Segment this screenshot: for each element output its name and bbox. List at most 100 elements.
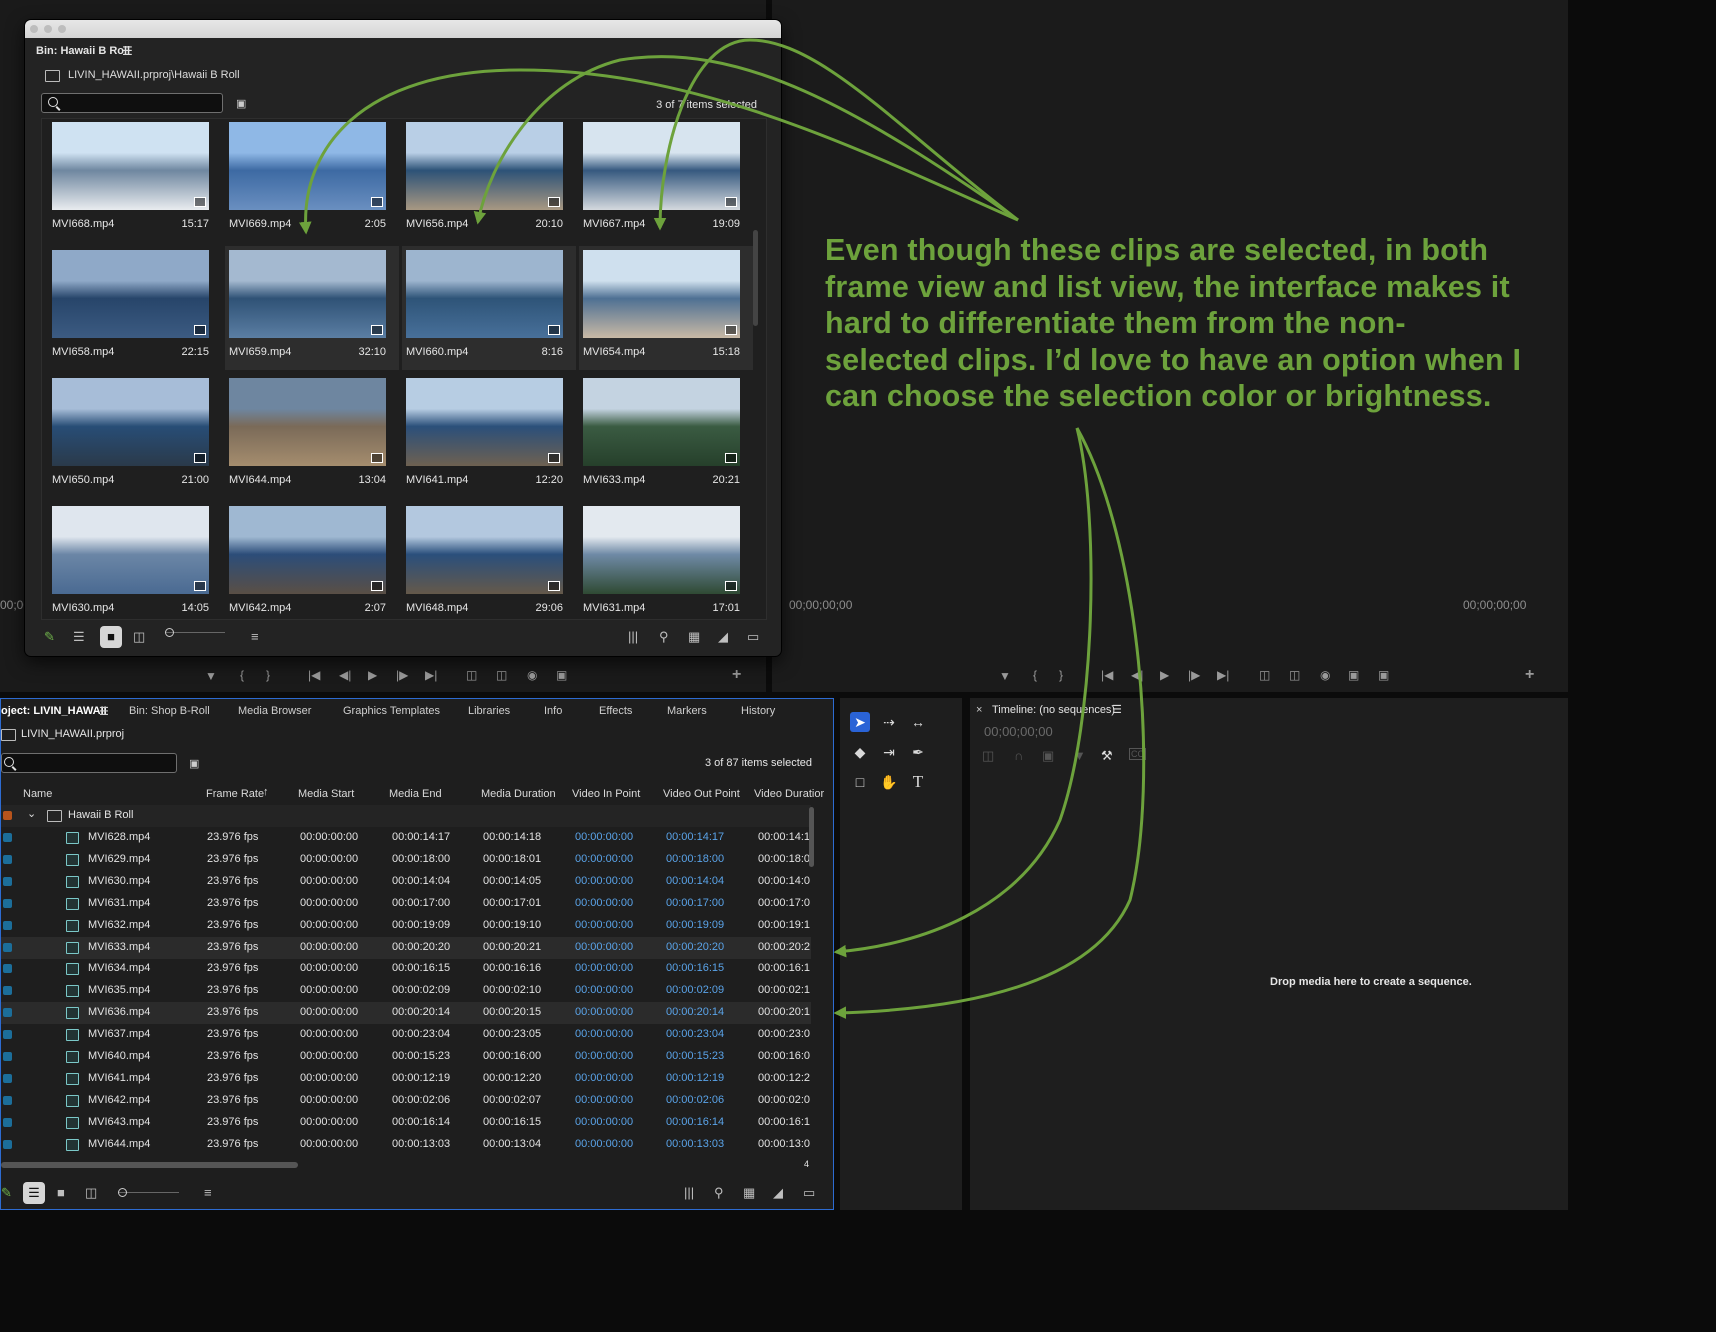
nest-icon[interactable]: ◫ — [982, 748, 994, 764]
toggle-proxy-icon[interactable]: ▣ — [556, 668, 567, 682]
label-color-chip[interactable] — [3, 1030, 12, 1040]
clip-thumbnail-image[interactable] — [229, 122, 386, 210]
clip-thumbnail-cell[interactable]: MVI668.mp4 15:17 — [48, 119, 222, 242]
automate-to-sequence-icon[interactable]: ||| — [628, 629, 638, 644]
clip-thumbnail-cell[interactable]: MVI659.mp4 32:10 — [225, 246, 399, 370]
list-view-icon[interactable]: ☰ — [23, 1182, 45, 1204]
icon-view-icon[interactable]: ■ — [57, 1185, 65, 1200]
razor-tool-icon[interactable]: ◆ — [850, 742, 870, 762]
timeline-title[interactable]: Timeline: (no sequences) — [992, 704, 1115, 716]
step-forward-icon[interactable]: |▶ — [396, 668, 408, 682]
label-color-chip[interactable] — [3, 854, 12, 864]
go-to-in-icon[interactable]: |◀ — [308, 668, 320, 682]
clip-thumbnail-cell[interactable]: MVI641.mp4 12:20 — [402, 374, 576, 498]
clip-thumbnail-image[interactable] — [406, 122, 563, 210]
label-color-chip[interactable] — [3, 1139, 12, 1149]
add-marker-icon[interactable]: ▼ — [999, 669, 1011, 683]
bin-scrollbar[interactable] — [753, 230, 758, 326]
label-color-chip[interactable] — [3, 942, 12, 952]
pencil-icon[interactable]: ✎ — [44, 629, 55, 645]
go-to-in-icon[interactable]: |◀ — [1101, 668, 1113, 682]
label-color-chip[interactable] — [3, 986, 12, 996]
clip-thumbnail-cell[interactable]: MVI654.mp4 15:18 — [579, 246, 753, 370]
clip-thumbnail-image[interactable] — [583, 122, 740, 210]
table-row[interactable]: MVI644.mp4 23.976 fps 00:00:00:00 00:00:13:… — [1, 1134, 811, 1156]
mark-in-icon[interactable]: { — [240, 668, 244, 682]
horizontal-scrollbar[interactable] — [1, 1162, 298, 1168]
clip-thumbnail-cell[interactable]: MVI642.mp4 2:07 — [225, 502, 399, 619]
mark-out-icon[interactable]: } — [266, 668, 270, 682]
panel-menu-icon[interactable]: ☰ — [99, 705, 109, 718]
table-row[interactable]: MVI640.mp4 23.976 fps 00:00:00:00 00:00:15:… — [1, 1046, 811, 1068]
new-bin-icon[interactable]: ▦ — [688, 629, 700, 645]
step-back-icon[interactable]: ◀| — [339, 668, 351, 682]
trash-icon[interactable]: ▭ — [747, 629, 759, 645]
clip-thumbnail-image[interactable] — [406, 378, 563, 466]
sort-ascending-icon[interactable]: ↑ — [263, 786, 269, 798]
export-frame-icon[interactable]: ◉ — [527, 668, 537, 682]
label-color-chip[interactable] — [3, 964, 12, 974]
pencil-icon[interactable]: ✎ — [1, 1185, 12, 1201]
trash-icon[interactable]: ▭ — [803, 1185, 815, 1201]
play-icon[interactable]: ▶ — [368, 668, 377, 682]
panel-menu-icon[interactable]: ☰ — [122, 44, 133, 58]
table-row[interactable]: MVI642.mp4 23.976 fps 00:00:00:00 00:00:02:… — [1, 1090, 811, 1112]
column-header[interactable]: Media End — [389, 788, 442, 800]
clip-thumbnail-image[interactable] — [52, 122, 209, 210]
folder-up-icon[interactable] — [45, 70, 60, 82]
panel-tab[interactable]: Bin: Shop B-Roll — [129, 705, 210, 717]
add-marker-icon[interactable]: ▼ — [1073, 748, 1086, 763]
step-forward-icon[interactable]: |▶ — [1188, 668, 1200, 682]
ripple-edit-tool-icon[interactable]: ↔ — [908, 712, 928, 732]
automate-to-sequence-icon[interactable]: ||| — [684, 1185, 694, 1200]
label-color-chip[interactable] — [3, 811, 12, 820]
go-to-out-icon[interactable]: ▶| — [425, 668, 437, 682]
freeform-view-icon[interactable]: ◫ — [85, 1185, 97, 1201]
add-button-icon[interactable]: + — [1525, 666, 1534, 684]
clip-thumbnail-image[interactable] — [583, 378, 740, 466]
label-color-chip[interactable] — [3, 1008, 12, 1018]
table-row[interactable]: MVI634.mp4 23.976 fps 00:00:00:00 00:00:16:… — [1, 958, 811, 980]
column-header[interactable]: Media Start — [298, 788, 354, 800]
add-marker-icon[interactable]: ▼ — [205, 669, 217, 683]
table-row[interactable]: MVI632.mp4 23.976 fps 00:00:00:00 00:00:19:… — [1, 915, 811, 937]
column-header[interactable]: Video In Point — [572, 788, 640, 800]
table-row[interactable]: MVI631.mp4 23.976 fps 00:00:00:00 00:00:17:… — [1, 893, 811, 915]
clip-thumbnail-image[interactable] — [229, 378, 386, 466]
clip-thumbnail-cell[interactable]: MVI658.mp4 22:15 — [48, 246, 222, 370]
label-color-chip[interactable] — [3, 1095, 12, 1105]
column-header[interactable]: Video Duratior — [754, 788, 824, 800]
toggle-proxy-icon[interactable]: ▣ — [1378, 668, 1389, 682]
clip-thumbnail-image[interactable] — [52, 250, 209, 338]
clip-thumbnail-image[interactable] — [406, 506, 563, 594]
column-header[interactable]: Media Duration — [481, 788, 556, 800]
captions-icon[interactable]: CC — [1129, 748, 1146, 760]
clip-thumbnail-cell[interactable]: MVI656.mp4 20:10 — [402, 119, 576, 242]
sort-icons-icon[interactable]: ≡ — [251, 629, 259, 644]
selection-tool-icon[interactable]: ➤ — [850, 712, 870, 732]
snap-icon[interactable]: ∩ — [1014, 748, 1023, 763]
extract-icon[interactable]: ◫ — [1289, 668, 1300, 682]
clip-thumbnail-image[interactable] — [583, 250, 740, 338]
hand-tool-icon[interactable]: ✋ — [879, 772, 899, 792]
play-icon[interactable]: ▶ — [1160, 668, 1169, 682]
clip-thumbnail-image[interactable] — [52, 506, 209, 594]
export-frame-icon[interactable]: ◉ — [1320, 668, 1330, 682]
mark-out-icon[interactable]: } — [1059, 668, 1063, 682]
clip-thumbnail-cell[interactable]: MVI669.mp4 2:05 — [225, 119, 399, 242]
label-color-chip[interactable] — [3, 898, 12, 908]
clip-thumbnail-image[interactable] — [229, 250, 386, 338]
zoom-slider-handle[interactable] — [118, 1188, 127, 1197]
clip-thumbnail-cell[interactable]: MVI650.mp4 21:00 — [48, 374, 222, 498]
clip-thumbnail-cell[interactable]: MVI644.mp4 13:04 — [225, 374, 399, 498]
table-row[interactable]: MVI628.mp4 23.976 fps 00:00:00:00 00:00:14:… — [1, 827, 811, 849]
insert-icon[interactable]: ◫ — [466, 668, 477, 682]
clip-thumbnail-cell[interactable]: MVI630.mp4 14:05 — [48, 502, 222, 619]
panel-tab[interactable]: History — [741, 705, 775, 717]
panel-tab[interactable]: Effects — [599, 705, 632, 717]
find-icon[interactable]: ⚲ — [659, 629, 669, 645]
clip-thumbnail-image[interactable] — [406, 250, 563, 338]
freeform-view-icon[interactable]: ◫ — [133, 629, 145, 645]
table-row[interactable]: MVI641.mp4 23.976 fps 00:00:00:00 00:00:12:… — [1, 1068, 811, 1090]
zoom-window-icon[interactable] — [58, 25, 66, 33]
